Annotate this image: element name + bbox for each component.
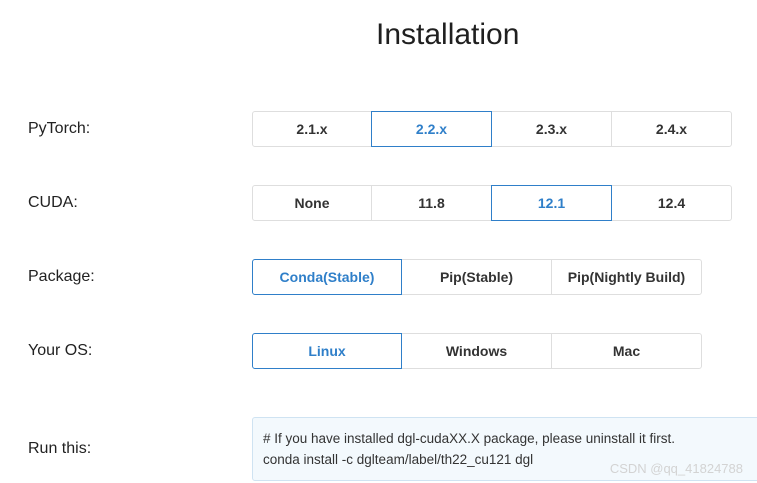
package-option-pip-stable[interactable]: Pip(Stable) — [401, 259, 552, 295]
package-row: Package: Conda(Stable) Pip(Stable) Pip(N… — [0, 259, 757, 295]
pytorch-options: 2.1.x 2.2.x 2.3.x 2.4.x — [252, 111, 732, 147]
cuda-option-12-1[interactable]: 12.1 — [491, 185, 612, 221]
cuda-row: CUDA: None 11.8 12.1 12.4 — [0, 185, 757, 221]
package-option-pip-nightly[interactable]: Pip(Nightly Build) — [551, 259, 702, 295]
os-row: Your OS: Linux Windows Mac — [0, 333, 757, 369]
watermark: CSDN @qq_41824788 — [609, 461, 743, 476]
pytorch-option-2-2[interactable]: 2.2.x — [371, 111, 492, 147]
page-title: Installation — [376, 18, 520, 51]
os-option-windows[interactable]: Windows — [401, 333, 552, 369]
cuda-option-none[interactable]: None — [252, 185, 372, 221]
cuda-options: None 11.8 12.1 12.4 — [252, 185, 732, 221]
os-label: Your OS: — [28, 342, 93, 359]
cuda-option-12-4[interactable]: 12.4 — [611, 185, 732, 221]
command-comment: # If you have installed dgl-cudaXX.X pac… — [263, 431, 675, 446]
package-label: Package: — [28, 268, 95, 285]
pytorch-label: PyTorch: — [28, 120, 91, 137]
package-options: Conda(Stable) Pip(Stable) Pip(Nightly Bu… — [252, 259, 702, 295]
os-option-linux[interactable]: Linux — [252, 333, 402, 369]
pytorch-option-2-3[interactable]: 2.3.x — [491, 111, 612, 147]
cuda-option-11-8[interactable]: 11.8 — [371, 185, 492, 221]
pytorch-option-2-1[interactable]: 2.1.x — [252, 111, 372, 147]
pytorch-row: PyTorch: 2.1.x 2.2.x 2.3.x 2.4.x — [0, 111, 757, 147]
run-label: Run this: — [28, 440, 92, 457]
package-option-conda-stable[interactable]: Conda(Stable) — [252, 259, 402, 295]
pytorch-option-2-4[interactable]: 2.4.x — [611, 111, 732, 147]
os-options: Linux Windows Mac — [252, 333, 702, 369]
cuda-label: CUDA: — [28, 194, 78, 211]
os-option-mac[interactable]: Mac — [551, 333, 702, 369]
